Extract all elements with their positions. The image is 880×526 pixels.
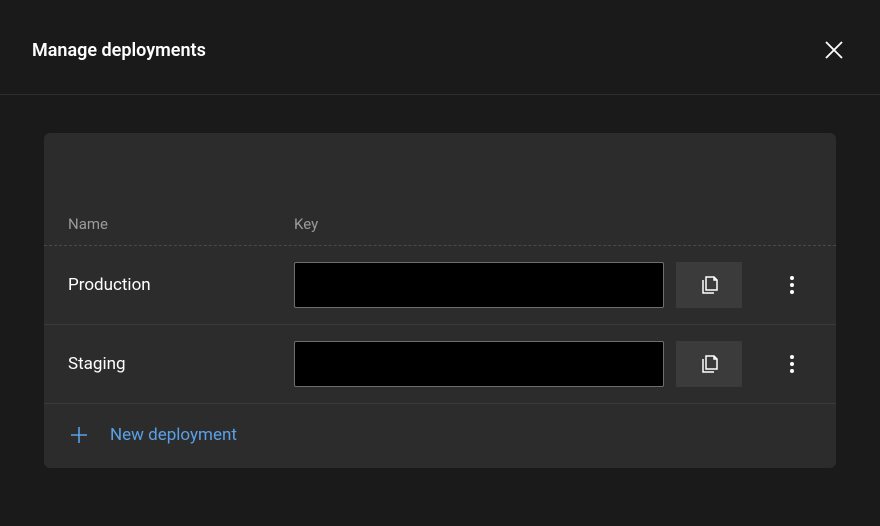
more-vertical-icon: [789, 353, 795, 375]
manage-deployments-modal: Manage deployments Name Key Production: [0, 0, 880, 526]
deployment-key-field[interactable]: [294, 262, 664, 308]
column-header-key: Key: [294, 215, 812, 233]
table-row: Staging: [44, 325, 836, 404]
copy-key-button[interactable]: [676, 341, 742, 387]
deployment-name: Production: [68, 275, 294, 295]
more-actions-button[interactable]: [772, 265, 812, 305]
new-deployment-label[interactable]: New deployment: [110, 425, 237, 445]
key-cell: [294, 262, 760, 308]
deployment-name: Staging: [68, 354, 294, 374]
modal-header: Manage deployments: [0, 0, 880, 95]
column-header-name: Name: [68, 215, 294, 233]
new-deployment-row[interactable]: New deployment: [44, 404, 836, 468]
close-button[interactable]: [820, 36, 848, 64]
table-header: Name Key: [44, 205, 836, 246]
deployment-key-field[interactable]: [294, 341, 664, 387]
more-vertical-icon: [789, 274, 795, 296]
close-icon: [823, 39, 845, 61]
copy-icon: [698, 353, 720, 375]
copy-key-button[interactable]: [676, 262, 742, 308]
table-row: Production: [44, 246, 836, 325]
panel-top-spacer: [44, 133, 836, 205]
key-cell: [294, 341, 760, 387]
copy-icon: [698, 274, 720, 296]
plus-icon: [68, 424, 90, 446]
modal-title: Manage deployments: [32, 40, 206, 61]
deployments-panel: Name Key Production: [44, 133, 836, 468]
more-actions-button[interactable]: [772, 344, 812, 384]
panel-wrapper: Name Key Production: [0, 95, 880, 468]
